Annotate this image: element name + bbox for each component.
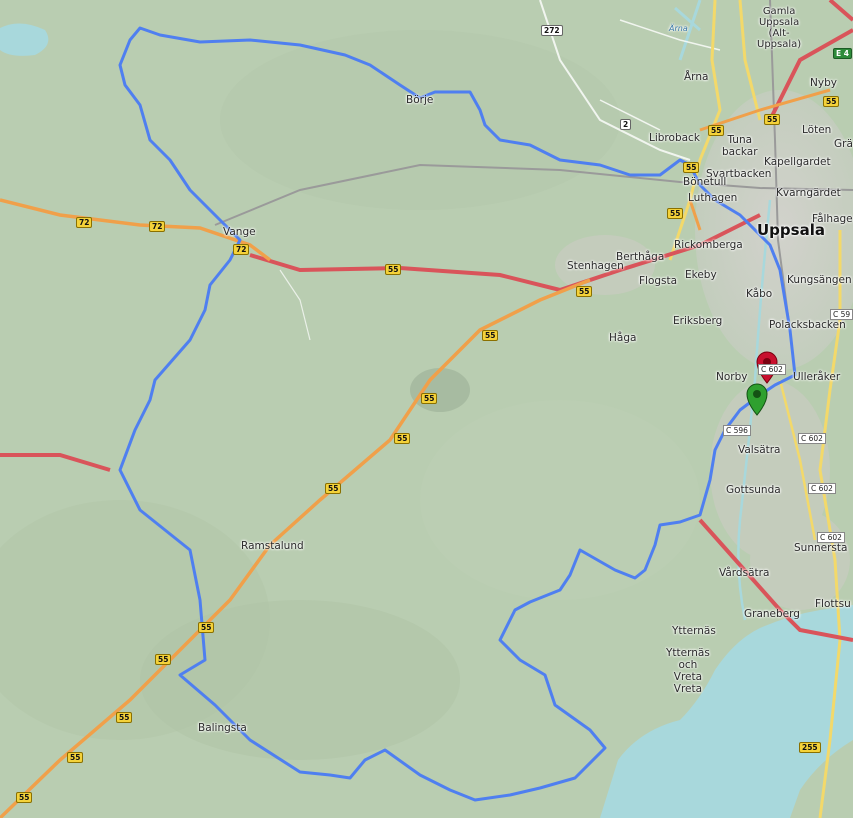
place-luthagen: Luthagen bbox=[688, 192, 738, 204]
place-kungsangen: Kungsängen bbox=[787, 274, 852, 286]
place-valsatra: Valsätra bbox=[738, 444, 781, 456]
lake-northwest bbox=[0, 23, 49, 56]
shield-c59: C 59 bbox=[830, 309, 853, 320]
map-canvas[interactable]: Uppsala Gamla Uppsala (Alt- Uppsala) Årn… bbox=[0, 0, 853, 818]
place-ulleraker: Ulleråker bbox=[793, 371, 841, 383]
map-layer bbox=[0, 0, 853, 818]
shield-e4: E 4 bbox=[833, 48, 852, 59]
place-ytternas-och-vreta: Ytternäs och Vreta Vreta bbox=[666, 647, 710, 695]
place-polacksbacken: Polacksbacken bbox=[769, 319, 846, 331]
shield-55: 55 bbox=[823, 96, 840, 107]
place-kvarngardet: Kvarngärdet bbox=[776, 187, 841, 199]
place-ytternas: Ytternäs bbox=[672, 625, 716, 637]
shield-c602: C 602 bbox=[808, 483, 836, 494]
place-kabo: Kåbo bbox=[746, 288, 773, 300]
river-label-arna: Ärna bbox=[669, 24, 688, 33]
place-libroback: Libroback bbox=[649, 132, 700, 144]
shield-55: 55 bbox=[683, 162, 700, 173]
shield-55: 55 bbox=[482, 330, 499, 341]
shield-55: 55 bbox=[708, 125, 725, 136]
shield-2: 2 bbox=[620, 119, 632, 130]
place-falhage: Fålhage bbox=[812, 213, 853, 225]
place-vange: Vange bbox=[223, 226, 256, 238]
place-vardsatra: Vårdsätra bbox=[719, 567, 770, 579]
shield-72: 72 bbox=[233, 244, 250, 255]
shield-c602: C 602 bbox=[798, 433, 826, 444]
shield-255: 255 bbox=[799, 742, 821, 753]
place-flogsta: Flogsta bbox=[639, 275, 678, 287]
place-gra: Grä bbox=[834, 138, 853, 150]
shield-c596: C 596 bbox=[723, 425, 751, 436]
place-tuna-backar: Tuna backar bbox=[722, 134, 758, 158]
place-rickomberga: Rickomberga bbox=[674, 239, 743, 251]
place-nyby: Nyby bbox=[810, 77, 837, 89]
place-flottsund: Flottsu bbox=[815, 598, 851, 610]
place-balingsta: Balingsta bbox=[198, 722, 247, 734]
shield-55: 55 bbox=[667, 208, 684, 219]
place-loten: Löten bbox=[802, 124, 832, 136]
shield-55: 55 bbox=[16, 792, 33, 803]
shield-72: 72 bbox=[149, 221, 166, 232]
shield-55: 55 bbox=[576, 286, 593, 297]
shield-55: 55 bbox=[764, 114, 781, 125]
shield-55: 55 bbox=[385, 264, 402, 275]
place-eriksberg: Eriksberg bbox=[673, 315, 723, 327]
place-kapellgardet: Kapellgardet bbox=[764, 156, 831, 168]
place-borje: Börje bbox=[406, 94, 434, 106]
place-ramstalund: Ramstalund bbox=[241, 540, 304, 552]
shield-72: 72 bbox=[76, 217, 93, 228]
place-haga: Håga bbox=[609, 332, 637, 344]
place-arna: Årna bbox=[684, 71, 709, 83]
shield-55: 55 bbox=[198, 622, 215, 633]
place-bonetull: Bönetull bbox=[683, 176, 727, 188]
place-gamla-uppsala: Gamla Uppsala (Alt- Uppsala) bbox=[757, 6, 802, 50]
shield-55: 55 bbox=[116, 712, 133, 723]
shield-55: 55 bbox=[155, 654, 172, 665]
place-uppsala: Uppsala bbox=[757, 221, 825, 239]
shield-55: 55 bbox=[325, 483, 342, 494]
shield-55: 55 bbox=[421, 393, 438, 404]
shield-272: 272 bbox=[541, 25, 563, 36]
place-sunnersta: Sunnersta bbox=[794, 542, 848, 554]
shield-c602: C 602 bbox=[817, 532, 845, 543]
place-norby: Norby bbox=[716, 371, 748, 383]
place-graneberg: Graneberg bbox=[744, 608, 800, 620]
place-ekeby: Ekeby bbox=[685, 269, 717, 281]
place-gottsunda: Gottsunda bbox=[726, 484, 781, 496]
place-stenhagen: Stenhagen bbox=[567, 260, 624, 272]
shield-55: 55 bbox=[394, 433, 411, 444]
shield-55: 55 bbox=[67, 752, 84, 763]
shield-c602: C 602 bbox=[758, 364, 786, 375]
